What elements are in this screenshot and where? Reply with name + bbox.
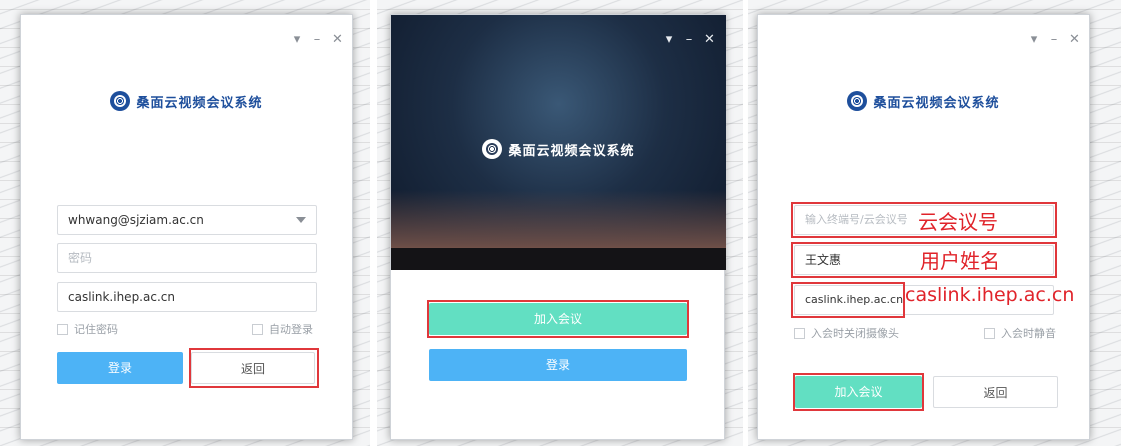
login-window: ▾ – ✕ 桑面云视频会议系统 whwang@sjziam.ac.cn 密码 c… [20,14,353,440]
close-icon[interactable]: ✕ [332,33,343,46]
login-button[interactable]: 登录 [429,349,687,381]
highlight-box-back [189,348,319,388]
minimize-icon[interactable]: – [312,33,322,46]
brand-title: 桑面云视频会议系统 [508,143,635,159]
close-icon[interactable]: ✕ [1069,33,1080,46]
brand-logo: 桑面云视频会议系统 [391,139,726,159]
annotation-meeting-id: 云会议号 [918,210,998,234]
server-input[interactable]: caslink.ihep.ac.cn [57,282,317,312]
checkbox-box[interactable] [984,327,995,339]
start-window: 桑面云视频会议系统 ▾ – ✕ 加入会议 登录 [390,14,726,440]
highlight-box-join [793,373,924,411]
password-input[interactable]: 密码 [57,243,317,273]
remember-password-label: 记住密码 [74,323,118,336]
hero-image: 桑面云视频会议系统 [391,15,726,270]
logo-emblem-icon [482,139,503,159]
brand-logo: 桑面云视频会议系统 [21,91,352,111]
window-controls: ▾ – ✕ [1029,33,1080,46]
window-controls: ▾ – ✕ [664,33,715,46]
minimize-icon[interactable]: – [1049,33,1059,46]
logo-emblem-icon [110,91,131,111]
auto-login-checkbox[interactable]: 自动登录 [252,321,313,337]
brand-logo: 桑面云视频会议系统 [758,91,1089,111]
highlight-box-server [791,282,905,318]
camera-off-checkbox[interactable]: 入会时关闭摄像头 [794,325,899,341]
annotation-server: caslink.ihep.ac.cn [905,284,1075,306]
annotation-user-name: 用户姓名 [920,249,1000,273]
mute-checkbox[interactable]: 入会时静音 [984,325,1056,341]
highlight-box-join [427,300,689,338]
mute-label: 入会时静音 [1001,327,1056,340]
ground-silhouette [391,248,726,270]
minimize-icon[interactable]: – [684,33,694,46]
brand-title: 桑面云视频会议系统 [873,95,1000,111]
window-controls: ▾ – ✕ [292,33,343,46]
remember-password-checkbox[interactable]: 记住密码 [57,321,118,337]
brand-title: 桑面云视频会议系统 [136,95,263,111]
chevron-down-icon[interactable]: ▾ [664,33,674,46]
checkbox-box[interactable] [794,327,805,339]
logo-emblem-icon [847,91,868,111]
account-value: whwang@sjziam.ac.cn [68,213,204,227]
login-button[interactable]: 登录 [57,352,183,384]
auto-login-label: 自动登录 [269,323,313,336]
checkbox-box[interactable] [252,323,263,335]
chevron-down-icon[interactable] [296,217,306,223]
close-icon[interactable]: ✕ [704,33,715,46]
chevron-down-icon[interactable]: ▾ [1029,33,1039,46]
chevron-down-icon[interactable]: ▾ [292,33,302,46]
account-select[interactable]: whwang@sjziam.ac.cn [57,205,317,235]
camera-off-label: 入会时关闭摄像头 [811,327,899,340]
back-button[interactable]: 返回 [933,376,1058,408]
checkbox-box[interactable] [57,323,68,335]
